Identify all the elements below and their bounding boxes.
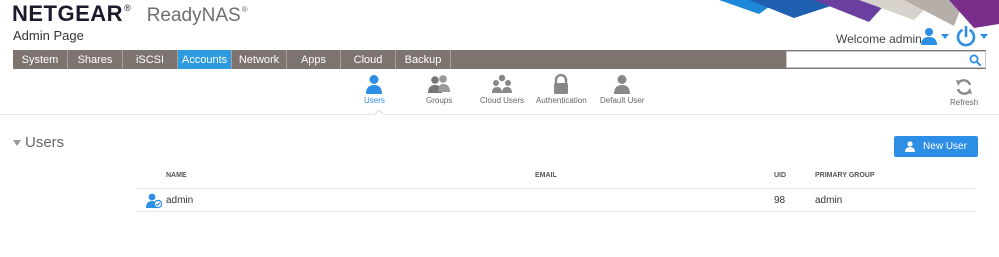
subtab-default-user[interactable]: Default User xyxy=(600,74,644,105)
brand-logo: NETGEAR ® ReadyNAS ® xyxy=(12,1,248,27)
subtab-authentication[interactable]: Authentication xyxy=(536,74,587,105)
subtab-label: Users xyxy=(364,96,385,105)
column-header-email[interactable]: EMAIL xyxy=(535,172,557,179)
subtab-users[interactable]: Users xyxy=(364,74,385,105)
users-section-toggle[interactable]: Users xyxy=(13,134,64,151)
accounts-subtabs: Users Groups Cloud Users Authentication xyxy=(0,74,999,116)
power-icon xyxy=(956,25,976,47)
cell-primary-group: admin xyxy=(815,195,843,206)
tab-accounts[interactable]: Accounts xyxy=(178,50,232,69)
power-menu[interactable] xyxy=(955,24,989,48)
welcome-message: Welcome admin xyxy=(836,32,922,46)
chevron-down-icon xyxy=(980,33,988,39)
refresh-icon xyxy=(956,79,972,95)
new-user-button[interactable]: New User xyxy=(894,136,978,157)
subtab-groups[interactable]: Groups xyxy=(426,74,452,105)
table-row[interactable]: admin 98 admin xyxy=(137,189,975,212)
subtab-label: Groups xyxy=(426,96,453,105)
tab-cloud[interactable]: Cloud xyxy=(341,50,396,69)
admin-user-icon xyxy=(146,193,162,209)
column-header-uid[interactable]: UID xyxy=(774,172,786,179)
subtab-label: Default User xyxy=(600,96,645,105)
brand-name: NETGEAR xyxy=(12,1,124,26)
cell-uid: 98 xyxy=(774,195,786,206)
tab-system[interactable]: System xyxy=(13,50,68,69)
section-title: Users xyxy=(25,134,65,151)
brand-registered-mark: ® xyxy=(124,3,131,13)
subtab-cloud-users[interactable]: Cloud Users xyxy=(480,74,524,105)
group-icon xyxy=(428,75,451,93)
subtab-label: Authentication xyxy=(536,96,587,105)
cloud-users-icon xyxy=(492,74,512,93)
search-button[interactable] xyxy=(967,52,983,67)
default-user-icon xyxy=(614,75,631,94)
product-name: ReadyNAS xyxy=(146,5,241,26)
column-header-name[interactable]: NAME xyxy=(166,172,187,179)
user-icon xyxy=(921,28,937,45)
subtab-label: Cloud Users xyxy=(480,96,525,105)
tab-shares[interactable]: Shares xyxy=(68,50,123,69)
search-input[interactable] xyxy=(787,52,965,67)
tab-network[interactable]: Network xyxy=(232,50,287,69)
search-box xyxy=(786,51,986,68)
user-icon xyxy=(905,141,916,152)
tab-iscsi[interactable]: iSCSI xyxy=(123,50,178,69)
page-title: Admin Page xyxy=(13,28,84,43)
refresh-label: Refresh xyxy=(950,98,979,107)
cell-name: admin xyxy=(166,195,194,206)
lock-icon xyxy=(554,74,569,94)
user-menu[interactable] xyxy=(920,26,952,46)
column-header-primary-group[interactable]: PRIMARY GROUP xyxy=(815,172,875,179)
active-subtab-pointer xyxy=(374,110,384,115)
tab-backup[interactable]: Backup xyxy=(396,50,451,69)
product-registered-mark: ® xyxy=(241,5,248,14)
chevron-down-icon xyxy=(941,33,949,39)
search-icon xyxy=(969,54,981,66)
collapse-triangle-icon xyxy=(13,139,21,146)
subtabs-divider xyxy=(0,114,999,115)
new-user-label: New User xyxy=(923,141,967,152)
user-icon xyxy=(366,75,383,94)
refresh-button[interactable]: Refresh xyxy=(950,78,978,107)
tab-apps[interactable]: Apps xyxy=(287,50,341,69)
